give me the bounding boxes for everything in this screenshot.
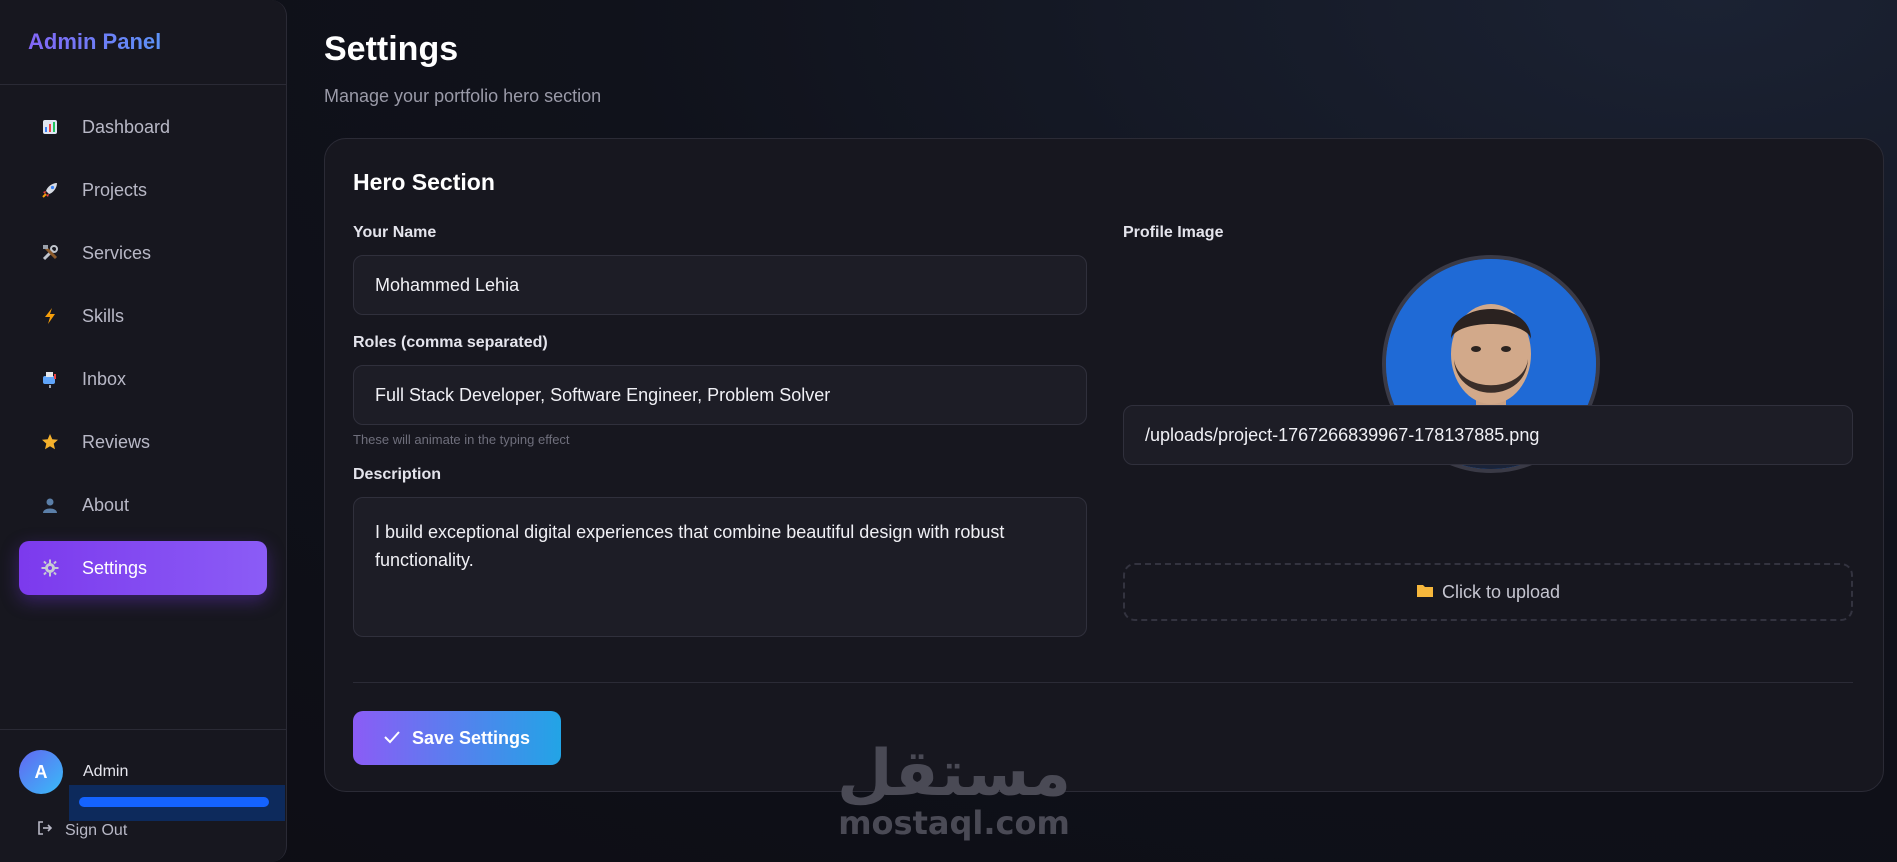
sidebar-item-label: Projects [82,179,148,200]
sidebar-item-label: Reviews [82,431,151,452]
sidebar-item-label: Skills [82,305,125,326]
divider [353,682,1853,683]
mailbox-icon [38,367,62,391]
hero-section-card: Hero Section Your Name Roles (comma sepa… [324,138,1884,792]
user-meta: Admin [69,763,285,821]
description-label: Description [353,466,442,483]
user-icon [38,493,62,517]
roles-input[interactable] [353,365,1087,425]
bar-chart-icon [38,115,62,139]
folder-icon [1416,582,1434,603]
page-subtitle: Manage your portfolio hero section [324,86,602,106]
upload-dropzone[interactable]: Click to upload [1123,563,1853,621]
roles-hint: These will animate in the typing effect [353,432,570,447]
sidebar-item-label: About [82,494,130,515]
app: Admin Panel Dashboard Projects Services [0,0,1897,862]
roles-label: Roles (comma separated) [353,334,548,351]
name-label: Your Name [353,224,437,241]
rocket-icon [38,178,62,202]
star-icon [38,430,62,454]
sidebar-footer: A Admin Sign Out [0,729,286,862]
sidebar-item-label: Inbox [82,368,127,389]
sidebar-item-label: Services [82,242,152,263]
sidebar-item-inbox[interactable]: Inbox [19,352,267,406]
sidebar-item-skills[interactable]: Skills [19,289,267,343]
watermark-latin: mostaql.com [838,804,1070,842]
user-name: Admin [83,763,129,780]
sidebar-item-reviews[interactable]: Reviews [19,415,267,469]
sidebar-item-about[interactable]: About [19,478,267,532]
brand-title: Admin Panel [0,0,286,85]
tools-icon [38,241,62,265]
card-title: Hero Section [353,169,495,195]
gear-icon [38,556,62,580]
watermark-logo: مستقل mostaql.com [834,742,1074,840]
avatar: A [19,750,63,794]
watermark-arabic: مستقل [836,737,1072,811]
upload-label: Click to upload [1441,581,1561,602]
save-settings-label: Save Settings [411,727,531,748]
sidebar-nav: Dashboard Projects Services Skills Inbox… [0,85,286,619]
sidebar-item-projects[interactable]: Projects [19,163,267,217]
user-info: A Admin [19,750,285,821]
sidebar-item-settings[interactable]: Settings [19,541,267,595]
redacted-email-overlay [69,785,285,821]
page-title: Settings [324,30,459,68]
sign-out-icon [37,820,53,841]
sidebar-item-services[interactable]: Services [19,226,267,280]
description-textarea[interactable]: I build exceptional digital experiences … [353,497,1087,637]
sign-out-button[interactable]: Sign Out [19,820,267,841]
sidebar-item-label: Dashboard [82,116,171,137]
save-settings-button[interactable]: Save Settings [353,711,561,765]
lightning-icon [38,304,62,328]
sidebar-item-label: Settings [82,557,148,578]
name-input[interactable] [353,255,1087,315]
check-icon [384,728,400,749]
sidebar-item-dashboard[interactable]: Dashboard [19,100,267,154]
sign-out-label: Sign Out [65,821,128,839]
profile-image-label: Profile Image [1123,224,1224,241]
sidebar: Admin Panel Dashboard Projects Services [0,0,287,862]
profile-path-input[interactable] [1123,405,1853,465]
